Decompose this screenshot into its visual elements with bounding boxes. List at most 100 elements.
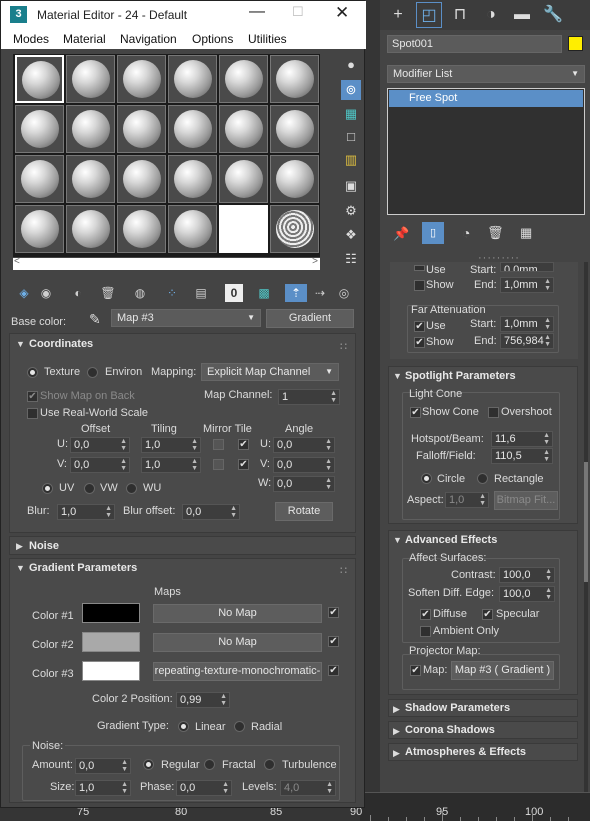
background-icon[interactable]: ▦: [341, 104, 361, 124]
material-type-button[interactable]: Gradient: [266, 309, 354, 328]
rollout-menu-icon[interactable]: ∷: [340, 564, 347, 577]
remove-modifier-icon[interactable]: 🗑: [487, 225, 504, 241]
rollout-title[interactable]: Shadow Parameters: [405, 702, 510, 714]
horizontal-scrollbar[interactable]: < >: [13, 256, 320, 270]
aspect-spinner[interactable]: 1,0 ▲ ▼: [445, 492, 489, 508]
show-end-result-icon[interactable]: ▯: [422, 222, 444, 244]
texture-radio[interactable]: [27, 367, 38, 378]
rollout-expand-icon[interactable]: ▶: [393, 704, 400, 715]
vw-radio[interactable]: [84, 483, 95, 494]
make-unique-icon[interactable]: ◔: [462, 225, 470, 241]
utilities-tab-icon[interactable]: 🔧: [540, 2, 566, 28]
environ-radio[interactable]: [87, 367, 98, 378]
rollout-expand-icon[interactable]: ▶: [393, 748, 400, 759]
regular-radio[interactable]: [143, 759, 154, 770]
sample-slot[interactable]: [219, 105, 268, 153]
close-icon[interactable]: ✕: [335, 3, 349, 23]
modifier-list-dropdown[interactable]: Modifier List ▼: [387, 65, 585, 83]
uv-radio[interactable]: [42, 483, 53, 494]
diffuse-checkbox[interactable]: ✔: [420, 609, 431, 620]
sample-slot[interactable]: [270, 205, 319, 253]
sample-slot[interactable]: [270, 105, 319, 153]
color2-swatch[interactable]: [82, 632, 140, 652]
color3-swatch[interactable]: [82, 661, 140, 681]
active-sample-slot[interactable]: [219, 205, 268, 253]
overshoot-checkbox[interactable]: [488, 407, 499, 418]
rollout-collapse-icon[interactable]: ▼: [393, 535, 402, 545]
far-start-spinner[interactable]: 1,0mm ▲ ▼: [500, 316, 554, 332]
stack-item-free-spot[interactable]: Free Spot: [389, 90, 583, 107]
backlight-icon[interactable]: ⊚: [341, 80, 361, 100]
rollout-expand-icon[interactable]: ▶: [393, 726, 400, 737]
far-end-spinner[interactable]: 756,984 ▲ ▼: [500, 333, 554, 349]
rollout-title[interactable]: Corona Shadows: [405, 724, 495, 736]
projector-map-checkbox[interactable]: ✔: [410, 665, 421, 676]
color1-swatch[interactable]: [82, 603, 140, 623]
get-material-icon[interactable]: ◈: [15, 284, 33, 302]
rectangle-radio[interactable]: [477, 473, 488, 484]
material-id-channel-icon[interactable]: 0: [225, 284, 243, 302]
radial-radio[interactable]: [234, 721, 245, 732]
v-angle-spinner[interactable]: 0,0 ▲ ▼: [273, 457, 335, 473]
u-tiling-spinner[interactable]: 1,0 ▲ ▼: [141, 437, 201, 453]
sample-slot[interactable]: [168, 205, 217, 253]
panel-scrollbar[interactable]: [584, 262, 588, 792]
near-start-spinner[interactable]: 0,0mm: [500, 262, 554, 272]
configure-sets-icon[interactable]: ▦: [520, 225, 532, 241]
rollout-expand-icon[interactable]: ▶: [16, 541, 23, 552]
select-by-material-icon[interactable]: ❖: [341, 225, 361, 245]
material-id-icon[interactable]: ▤: [192, 284, 210, 302]
rollout-title[interactable]: Atmospheres & Effects: [405, 746, 526, 758]
hotspot-spinner[interactable]: 11,6 ▲ ▼: [491, 431, 553, 447]
specular-checkbox[interactable]: ✔: [482, 609, 493, 620]
color2-position-spinner[interactable]: 0,99 ▲ ▼: [176, 692, 230, 708]
rollout-collapse-icon[interactable]: ▼: [16, 563, 25, 573]
projector-map-button[interactable]: Map #3 ( Gradient ): [451, 661, 554, 680]
options-icon[interactable]: ⚙: [341, 201, 361, 221]
amount-spinner[interactable]: 0,0 ▲ ▼: [75, 758, 131, 774]
far-show-checkbox[interactable]: ✔: [414, 337, 425, 348]
soften-spinner[interactable]: 100,0 ▲ ▼: [499, 586, 555, 602]
near-end-spinner[interactable]: 1,0mm ▲ ▼: [500, 277, 554, 293]
rotate-button[interactable]: Rotate: [275, 502, 333, 521]
near-show-checkbox[interactable]: [414, 280, 425, 291]
mapping-dropdown[interactable]: Explicit Map Channel ▼: [201, 363, 339, 381]
circle-radio[interactable]: [421, 473, 432, 484]
material-map-navigator-icon[interactable]: ☷: [341, 249, 361, 269]
show-map-on-back-checkbox[interactable]: ✔: [27, 391, 38, 402]
sample-slot[interactable]: [15, 105, 64, 153]
sample-slot[interactable]: [168, 55, 217, 103]
menu-options[interactable]: Options: [192, 32, 233, 46]
sample-slot[interactable]: [117, 205, 166, 253]
sample-slot[interactable]: [15, 55, 64, 103]
contrast-spinner[interactable]: 100,0 ▲ ▼: [499, 567, 555, 583]
make-unique-icon[interactable]: ◍: [131, 284, 149, 302]
minimize-icon[interactable]: —: [249, 3, 265, 21]
v-offset-spinner[interactable]: 0,0 ▲ ▼: [70, 457, 130, 473]
go-forward-sibling-icon[interactable]: ⇢: [311, 284, 329, 302]
sample-slot[interactable]: [66, 55, 115, 103]
rollout-menu-icon[interactable]: ∷: [340, 340, 347, 353]
menu-navigation[interactable]: Navigation: [120, 32, 177, 46]
sample-slot[interactable]: [117, 105, 166, 153]
wu-radio[interactable]: [126, 483, 137, 494]
display-tab-icon[interactable]: ▬: [509, 2, 535, 28]
u-tile-checkbox[interactable]: ✔: [238, 439, 249, 450]
linear-radio[interactable]: [178, 721, 189, 732]
v-mirror-checkbox[interactable]: [213, 459, 224, 470]
menu-modes[interactable]: Modes: [13, 32, 49, 46]
bitmap-fit-button[interactable]: Bitmap Fit...: [494, 491, 558, 510]
color3-map-checkbox[interactable]: ✔: [328, 665, 339, 676]
put-to-library-icon[interactable]: ⁘: [163, 284, 181, 302]
sample-slot[interactable]: [270, 155, 319, 203]
rollout-title[interactable]: Spotlight Parameters: [405, 370, 516, 382]
reset-map-icon[interactable]: 🗑: [99, 284, 117, 302]
rollout-collapse-icon[interactable]: ▼: [16, 339, 25, 349]
create-tab-icon[interactable]: +: [385, 2, 411, 28]
sample-slot[interactable]: [66, 105, 115, 153]
motion-tab-icon[interactable]: ◑: [478, 2, 504, 28]
menu-material[interactable]: Material: [63, 32, 106, 46]
sample-uv-tiling-icon[interactable]: □: [341, 127, 361, 147]
object-name-field[interactable]: Spot001: [387, 35, 562, 53]
color1-map-checkbox[interactable]: ✔: [328, 607, 339, 618]
